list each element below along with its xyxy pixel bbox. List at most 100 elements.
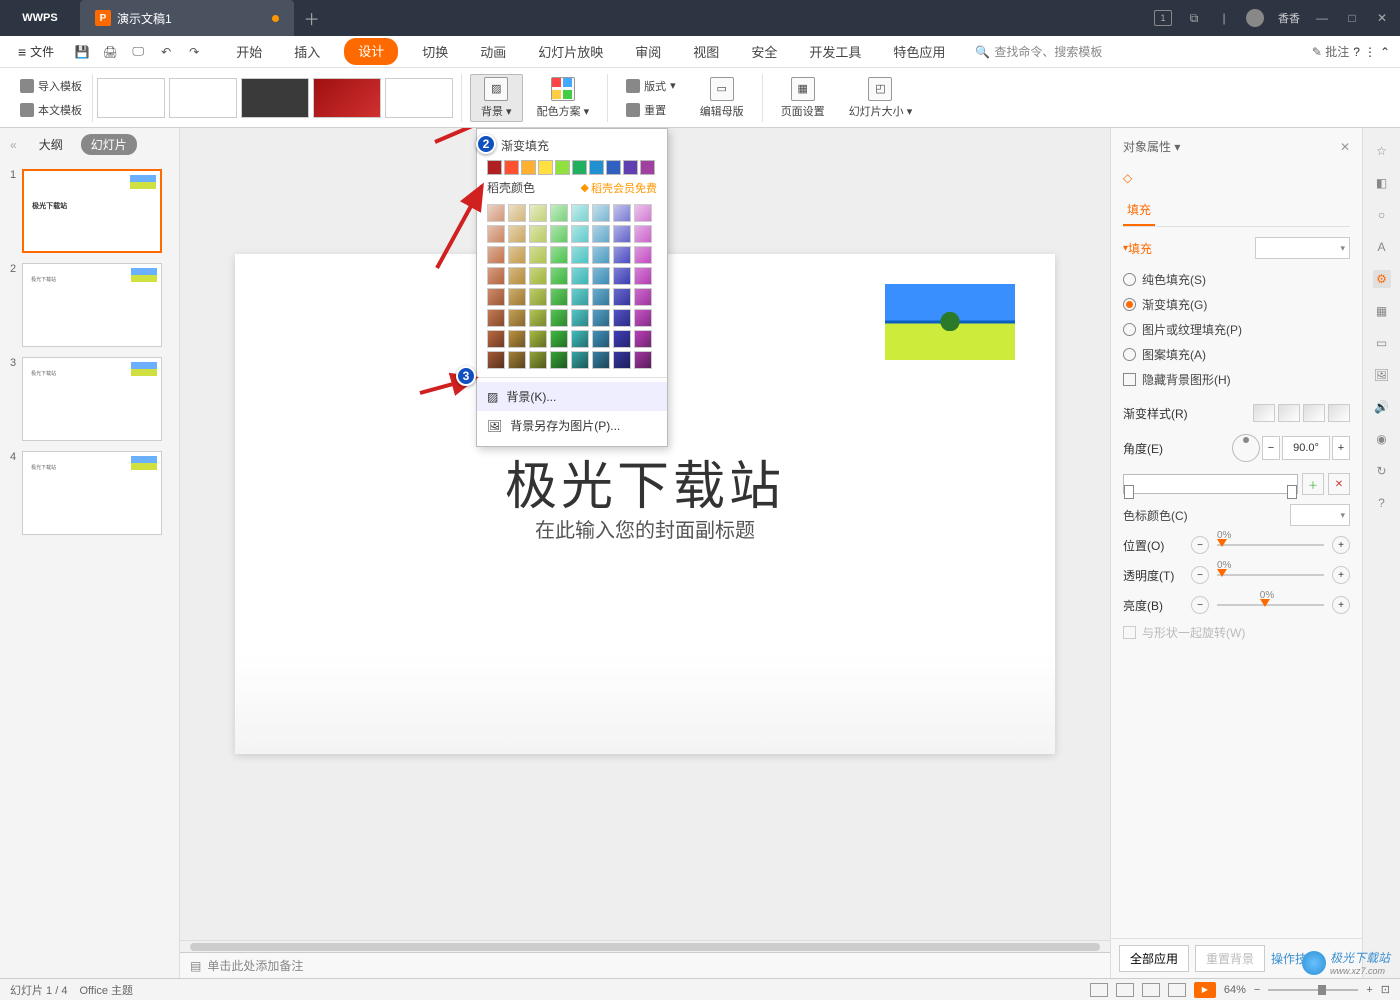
background-settings-item[interactable]: ▨ 背景(K)... [477, 382, 667, 411]
color-swatch[interactable] [606, 160, 621, 175]
transparency-minus[interactable]: − [1191, 566, 1209, 584]
color-scheme-button[interactable]: 配色方案 ▾ [527, 74, 600, 122]
gradient-style-radial[interactable] [1278, 404, 1300, 422]
widget-icon[interactable]: ⧉ [1186, 10, 1202, 26]
color-swatch[interactable] [521, 160, 536, 175]
gradient-swatch[interactable] [613, 351, 631, 369]
position-slider[interactable]: 0% [1217, 544, 1324, 546]
angle-dial[interactable] [1232, 434, 1260, 462]
layers-icon[interactable]: ◧ [1373, 174, 1391, 192]
template-gallery[interactable] [97, 78, 453, 118]
gradient-swatch[interactable] [487, 288, 505, 306]
sound-icon[interactable]: 🔊 [1373, 398, 1391, 416]
fill-type-dropdown[interactable] [1255, 237, 1350, 259]
new-tab-button[interactable]: ＋ [294, 0, 330, 36]
gradient-swatch[interactable] [592, 267, 610, 285]
gradient-swatch[interactable] [634, 309, 652, 327]
gradient-swatch[interactable] [529, 351, 547, 369]
color-swatch[interactable] [589, 160, 604, 175]
gradient-style-rect[interactable] [1303, 404, 1325, 422]
more-icon[interactable]: ⋮ [1364, 45, 1376, 59]
notification-badge[interactable]: 1 [1154, 10, 1172, 26]
picture-icon[interactable]: 🖼 [1373, 366, 1391, 384]
gradient-swatch[interactable] [529, 225, 547, 243]
tab-review[interactable]: 审阅 [627, 38, 669, 65]
document-tab[interactable]: P 演示文稿1 [80, 0, 294, 36]
gradient-swatch[interactable] [571, 225, 589, 243]
slide-thumb-2[interactable]: 2 极光下载站 [10, 263, 169, 347]
gradient-swatch[interactable] [592, 309, 610, 327]
apply-all-button[interactable]: 全部应用 [1119, 945, 1189, 972]
gradient-swatch[interactable] [550, 309, 568, 327]
print-icon[interactable]: 🖨 [100, 42, 120, 62]
brightness-minus[interactable]: − [1191, 596, 1209, 614]
gradient-swatch[interactable] [550, 246, 568, 264]
normal-view-button[interactable] [1090, 983, 1108, 997]
color-swatch[interactable] [640, 160, 655, 175]
brightness-slider[interactable]: 0% [1217, 604, 1324, 606]
gradient-swatch[interactable] [550, 204, 568, 222]
gradient-swatch[interactable] [592, 288, 610, 306]
brightness-plus[interactable]: + [1332, 596, 1350, 614]
history-icon[interactable]: ↻ [1373, 462, 1391, 480]
fill-section-header[interactable]: 填充 [1123, 237, 1350, 259]
gradient-swatch[interactable] [571, 309, 589, 327]
tab-view[interactable]: 视图 [685, 38, 727, 65]
gradient-swatch[interactable] [634, 225, 652, 243]
remove-stop-button[interactable]: ✕ [1328, 473, 1350, 495]
transparency-slider[interactable]: 0% [1217, 574, 1324, 576]
user-name[interactable]: 香香 [1278, 10, 1300, 26]
gradient-swatch[interactable] [592, 204, 610, 222]
gradient-swatch[interactable] [571, 267, 589, 285]
maximize-button[interactable]: □ [1344, 10, 1360, 26]
zoom-value[interactable]: 64% [1224, 984, 1246, 996]
gradient-swatch[interactable] [487, 267, 505, 285]
user-avatar[interactable] [1246, 9, 1264, 27]
color-swatch[interactable] [555, 160, 570, 175]
gradient-swatch[interactable] [550, 225, 568, 243]
page-setup-button[interactable]: ▦ 页面设置 [771, 74, 835, 122]
gradient-swatch[interactable] [529, 330, 547, 348]
tab-transition[interactable]: 切换 [414, 38, 456, 65]
annotate-button[interactable]: ✎ 批注 [1312, 43, 1349, 60]
slides-tab[interactable]: 幻灯片 [81, 134, 137, 155]
solid-fill-option[interactable]: 纯色填充(S) [1123, 267, 1350, 292]
gradient-style-linear[interactable] [1253, 404, 1275, 422]
sync-icon[interactable]: ◉ [1373, 430, 1391, 448]
wps-logo[interactable]: W WPS [0, 0, 80, 36]
gradient-fill-option[interactable]: 渐变填充(G) [1123, 292, 1350, 317]
gradient-swatch[interactable] [529, 204, 547, 222]
gradient-swatch[interactable] [529, 309, 547, 327]
gradient-stops-bar[interactable] [1123, 474, 1298, 494]
gradient-swatch[interactable] [487, 246, 505, 264]
help-icon[interactable]: ? [1353, 45, 1360, 59]
notes-bar[interactable]: ▤ 单击此处添加备注 [180, 952, 1110, 978]
gradient-swatch[interactable] [508, 330, 526, 348]
gradient-swatch[interactable] [634, 288, 652, 306]
tab-slideshow[interactable]: 幻灯片放映 [530, 38, 611, 65]
outline-tab[interactable]: 大纲 [29, 134, 73, 155]
color-swatch[interactable] [538, 160, 553, 175]
gradient-swatch[interactable] [508, 288, 526, 306]
gradient-swatch[interactable] [592, 246, 610, 264]
gradient-swatch[interactable] [487, 225, 505, 243]
fill-tab[interactable]: 填充 [1123, 195, 1155, 226]
gradient-swatch[interactable] [592, 330, 610, 348]
template-thumb[interactable] [241, 78, 309, 118]
gradient-swatch[interactable] [487, 351, 505, 369]
layout-button[interactable]: 版式 ▾ [622, 76, 680, 96]
gradient-swatch[interactable] [613, 267, 631, 285]
slide-thumb-3[interactable]: 3 极光下载站 [10, 357, 169, 441]
tab-insert[interactable]: 插入 [286, 38, 328, 65]
reset-button[interactable]: 重置 [622, 100, 680, 120]
zoom-in-button[interactable]: + [1366, 984, 1372, 996]
gradient-swatch[interactable] [487, 309, 505, 327]
tab-security[interactable]: 安全 [743, 38, 785, 65]
preview-icon[interactable]: 🖵 [128, 42, 148, 62]
slide-thumb-4[interactable]: 4 极光下载站 [10, 451, 169, 535]
gradient-swatch[interactable] [613, 309, 631, 327]
tab-start[interactable]: 开始 [228, 38, 270, 65]
position-plus[interactable]: + [1332, 536, 1350, 554]
gradient-swatch[interactable] [592, 351, 610, 369]
gradient-swatch[interactable] [613, 288, 631, 306]
